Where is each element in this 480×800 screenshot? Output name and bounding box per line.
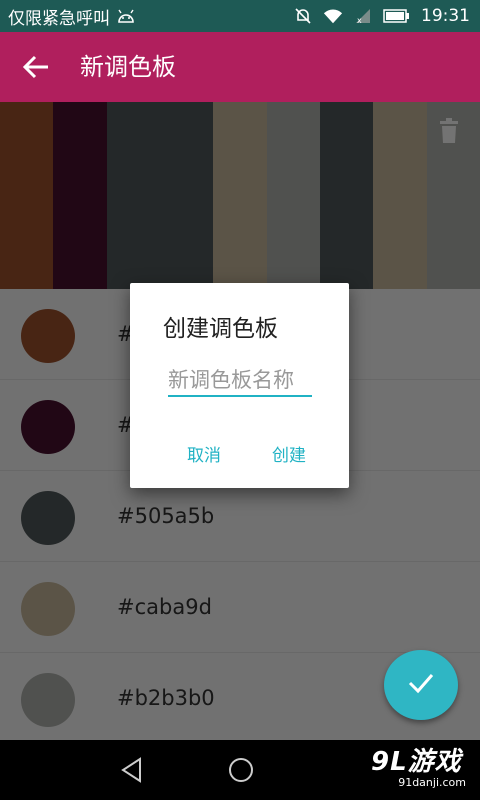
svg-text:x: x: [357, 16, 362, 25]
status-right: x 19:31: [293, 0, 470, 32]
status-time: 19:31: [421, 6, 470, 26]
create-button[interactable]: 创建: [272, 441, 306, 466]
status-left: 仅限紧急呼叫: [8, 0, 136, 32]
watermark-sub: 91danji.com: [398, 776, 466, 789]
navigation-bar: 9L游戏 91danji.com: [0, 740, 480, 800]
check-icon: [407, 672, 435, 698]
palette-name-input[interactable]: [168, 365, 312, 397]
wifi-icon: [323, 7, 343, 25]
back-button[interactable]: [18, 52, 58, 82]
confirm-fab[interactable]: [384, 650, 458, 720]
signal-icon: x: [353, 7, 373, 25]
page-title: 新调色板: [80, 53, 176, 81]
nav-home-button[interactable]: [226, 755, 256, 785]
status-bar: 仅限紧急呼叫 x 19:31: [0, 0, 480, 32]
battery-icon: [383, 7, 411, 25]
arrow-left-icon: [18, 55, 58, 86]
app-bar: 新调色板: [0, 32, 480, 102]
watermark-main: 9L游戏: [371, 747, 462, 777]
home-circle-icon: [226, 758, 256, 789]
back-triangle-icon: [118, 757, 148, 789]
nav-back-button[interactable]: [118, 755, 148, 785]
carrier-text: 仅限紧急呼叫: [8, 8, 110, 29]
create-palette-dialog: 创建调色板 取消 创建: [130, 283, 349, 488]
mute-icon: [293, 7, 313, 25]
cancel-button[interactable]: 取消: [187, 441, 221, 466]
android-icon: [116, 7, 136, 25]
dialog-title: 创建调色板: [163, 316, 278, 342]
watermark: 9L游戏 91danji.com: [371, 748, 466, 796]
